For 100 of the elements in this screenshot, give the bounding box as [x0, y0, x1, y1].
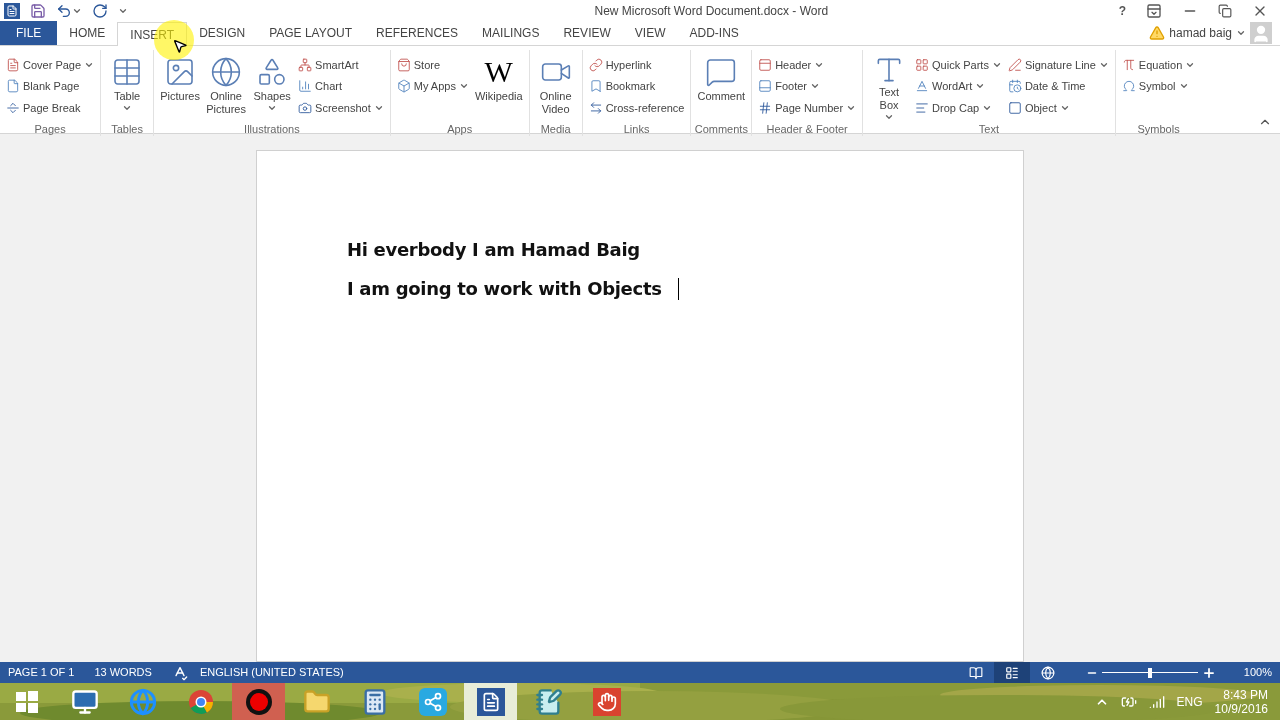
window-title: New Microsoft Word Document.docx - Word — [593, 3, 830, 20]
ribbon-tab[interactable]: MAILINGS — [470, 21, 552, 45]
word-logo-icon — [4, 3, 20, 19]
zoom-in-icon[interactable] — [1201, 665, 1216, 680]
object-icon — [1007, 100, 1022, 115]
page-number-icon — [758, 100, 773, 115]
ribbon-large-button[interactable]: Pictures — [157, 50, 204, 120]
taskbar-button[interactable] — [232, 683, 285, 720]
ribbon-tab[interactable]: DESIGN — [187, 21, 258, 45]
ribbon-small-button[interactable]: Hyperlink — [585, 54, 688, 76]
group-label: Links — [622, 122, 651, 136]
chart-icon — [298, 79, 313, 94]
comment-icon — [705, 56, 738, 88]
word-count[interactable]: 13 WORDS — [94, 664, 152, 681]
ribbon-small-button[interactable]: Blank Page — [3, 75, 98, 97]
blank-page-icon — [6, 79, 20, 94]
mouse-pointer-icon — [172, 38, 188, 54]
online-pictures-icon — [210, 56, 243, 88]
warning-icon — [1149, 25, 1166, 41]
account-name[interactable]: hamad baig — [1169, 24, 1232, 42]
ribbon-tab[interactable]: ADD-INS — [677, 21, 751, 45]
file-tab[interactable]: FILE — [0, 21, 58, 45]
undo-icon[interactable] — [56, 3, 72, 19]
ribbon-small-button[interactable]: Drop Cap — [912, 97, 1005, 119]
page-count[interactable]: PAGE 1 OF 1 — [8, 664, 75, 681]
print-layout-icon — [1004, 665, 1019, 680]
ribbon-small-button[interactable]: Header — [755, 54, 860, 76]
dropdown-caret-icon — [884, 112, 895, 122]
redo-icon[interactable] — [92, 3, 108, 19]
wordart-icon — [915, 79, 930, 94]
ribbon-large-button[interactable]: Shapes — [249, 50, 296, 120]
ribbon-small-button[interactable]: Bookmark — [585, 75, 688, 97]
document-paragraph: Hi everbody I am Hamad Baig — [347, 239, 640, 261]
browser-logo-icon — [187, 688, 214, 715]
word-app-icon — [476, 687, 505, 716]
group-label: Symbols — [1136, 122, 1181, 136]
ribbon-small-button[interactable]: Page Break — [3, 97, 98, 119]
group-label: Pages — [33, 122, 67, 136]
ribbon-small-button[interactable]: Date & Time — [1004, 75, 1112, 97]
save-icon[interactable] — [30, 3, 46, 19]
document-paragraph: I am going to work with Objects — [347, 278, 662, 300]
screenshot-icon — [298, 100, 313, 115]
view-button[interactable] — [993, 662, 1030, 683]
ribbon-tab[interactable]: REFERENCES — [364, 21, 471, 45]
ribbon-small-button[interactable]: Store — [393, 54, 472, 76]
zoom-slider[interactable] — [1101, 667, 1198, 678]
undo-caret-icon — [72, 6, 82, 16]
ribbon-small-button[interactable]: Object — [1004, 97, 1112, 119]
ribbon-small-button[interactable]: Symbol — [1118, 75, 1199, 97]
windows-logo-icon — [14, 689, 39, 714]
ribbon-tab[interactable]: VIEW — [622, 21, 678, 45]
taskbar-button[interactable] — [464, 683, 517, 720]
cross-reference-icon — [588, 100, 603, 115]
ribbon-tab[interactable]: REVIEW — [551, 21, 623, 45]
restore-icon[interactable] — [1218, 4, 1232, 18]
drop-cap-icon — [915, 100, 930, 115]
ribbon-small-button[interactable]: Cover Page — [3, 54, 98, 76]
help-button[interactable]: ? — [1118, 2, 1126, 20]
ribbon-display-icon[interactable] — [1146, 3, 1162, 19]
zoom-level[interactable]: 100% — [1243, 664, 1272, 681]
zoom-thumb[interactable] — [1147, 667, 1152, 678]
ribbon-large-button[interactable]: Online Video — [532, 50, 579, 120]
ribbon-small-button[interactable]: Footer — [755, 75, 860, 97]
ribbon-small-button[interactable]: SmartArt — [295, 54, 387, 76]
ribbon-tab[interactable]: PAGE LAYOUT — [257, 21, 365, 45]
ribbon-small-button[interactable]: Quick Parts — [912, 54, 1005, 76]
date-time-icon — [1007, 79, 1022, 94]
ribbon-small-button[interactable]: Screenshot — [295, 97, 387, 119]
ribbon-large-button[interactable]: Online Pictures — [203, 50, 250, 120]
signal-icon[interactable] — [1148, 693, 1165, 710]
bookmark-icon — [588, 79, 603, 94]
monitor-icon — [70, 687, 99, 716]
ribbon-small-button[interactable]: WordArt — [912, 75, 1005, 97]
folder-icon — [302, 687, 331, 716]
ribbon-tab[interactable]: HOME — [57, 21, 118, 45]
ribbon-small-button[interactable]: My Apps — [393, 75, 472, 97]
store-icon — [396, 57, 411, 72]
ribbon-small-button[interactable]: Equation — [1118, 54, 1199, 76]
ribbon-small-button[interactable]: Cross-reference — [585, 97, 688, 119]
ribbon-small-button[interactable]: Page Number — [755, 97, 860, 119]
hyperlink-icon — [588, 57, 603, 72]
ribbon-small-button[interactable]: Chart — [295, 75, 387, 97]
cover-page-icon — [6, 57, 20, 72]
ribbon-large-button[interactable]: W Wikipedia — [471, 50, 526, 120]
group-label: Apps — [446, 122, 474, 136]
language-status[interactable]: ENGLISH (UNITED STATES) — [199, 664, 344, 681]
text-cursor — [677, 278, 679, 300]
group-label: Media — [539, 122, 572, 136]
pi-icon — [1121, 57, 1136, 72]
ribbon-large-button[interactable]: Comment — [694, 50, 749, 120]
group-label: Text — [977, 122, 1001, 136]
globe-icon — [128, 687, 157, 716]
read-mode-icon — [968, 665, 983, 680]
ribbon-small-button[interactable]: Signature Line — [1004, 54, 1112, 76]
ribbon-large-button[interactable]: Table — [104, 50, 151, 120]
dropdown-caret-icon — [267, 103, 278, 113]
header-icon — [758, 57, 773, 72]
ribbon-large-button[interactable]: Text Box — [866, 50, 913, 120]
smartart-icon — [298, 57, 313, 72]
signature-line-icon — [1007, 57, 1022, 72]
